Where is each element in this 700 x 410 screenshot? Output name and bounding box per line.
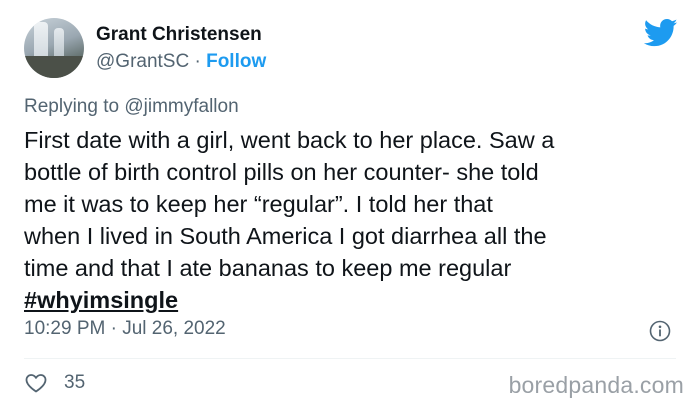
avatar-rock: [24, 56, 84, 78]
divider: [24, 358, 676, 359]
tweet-text-line: First date with a girl, went back to her…: [24, 127, 555, 153]
avatar[interactable]: [24, 18, 84, 78]
reply-mention-link[interactable]: @jimmyfallon: [124, 96, 238, 117]
tweet-date: Jul 26, 2022: [122, 318, 226, 339]
author-handle[interactable]: @GrantSC: [96, 51, 189, 72]
source-watermark: boredpanda.com: [508, 372, 684, 398]
tweet-time: 10:29 PM: [24, 318, 106, 339]
tweet-timestamp[interactable]: 10:29 PM · Jul 26, 2022: [24, 318, 226, 340]
tweet-text-line: bottle of birth control pills on her cou…: [24, 159, 539, 185]
reply-prefix: Replying to: [24, 96, 120, 117]
heart-icon[interactable]: [24, 371, 48, 395]
follow-button[interactable]: Follow: [206, 51, 266, 72]
reply-context: Replying to @jimmyfallon: [24, 96, 239, 118]
like-action[interactable]: 35: [24, 370, 85, 396]
timestamp-separator: ·: [110, 318, 117, 339]
tweet-text-line: time and that I ate bananas to keep me r…: [24, 255, 512, 281]
tweet-text-line: me it was to keep her “regular”. I told …: [24, 191, 493, 217]
like-count: 35: [64, 372, 86, 393]
tweet-card: Grant Christensen @GrantSC · Follow Repl…: [0, 0, 700, 410]
twitter-bird-icon[interactable]: [644, 18, 678, 48]
author-handle-row: @GrantSC · Follow: [96, 51, 266, 73]
tweet-text: First date with a girl, went back to her…: [24, 124, 684, 316]
handle-separator: ·: [194, 51, 201, 72]
author-name[interactable]: Grant Christensen: [96, 24, 262, 46]
tweet-text-line: when I lived in South America I got diar…: [24, 223, 547, 249]
hashtag-link[interactable]: #whyimsingle: [24, 287, 178, 313]
info-icon[interactable]: [649, 320, 671, 342]
